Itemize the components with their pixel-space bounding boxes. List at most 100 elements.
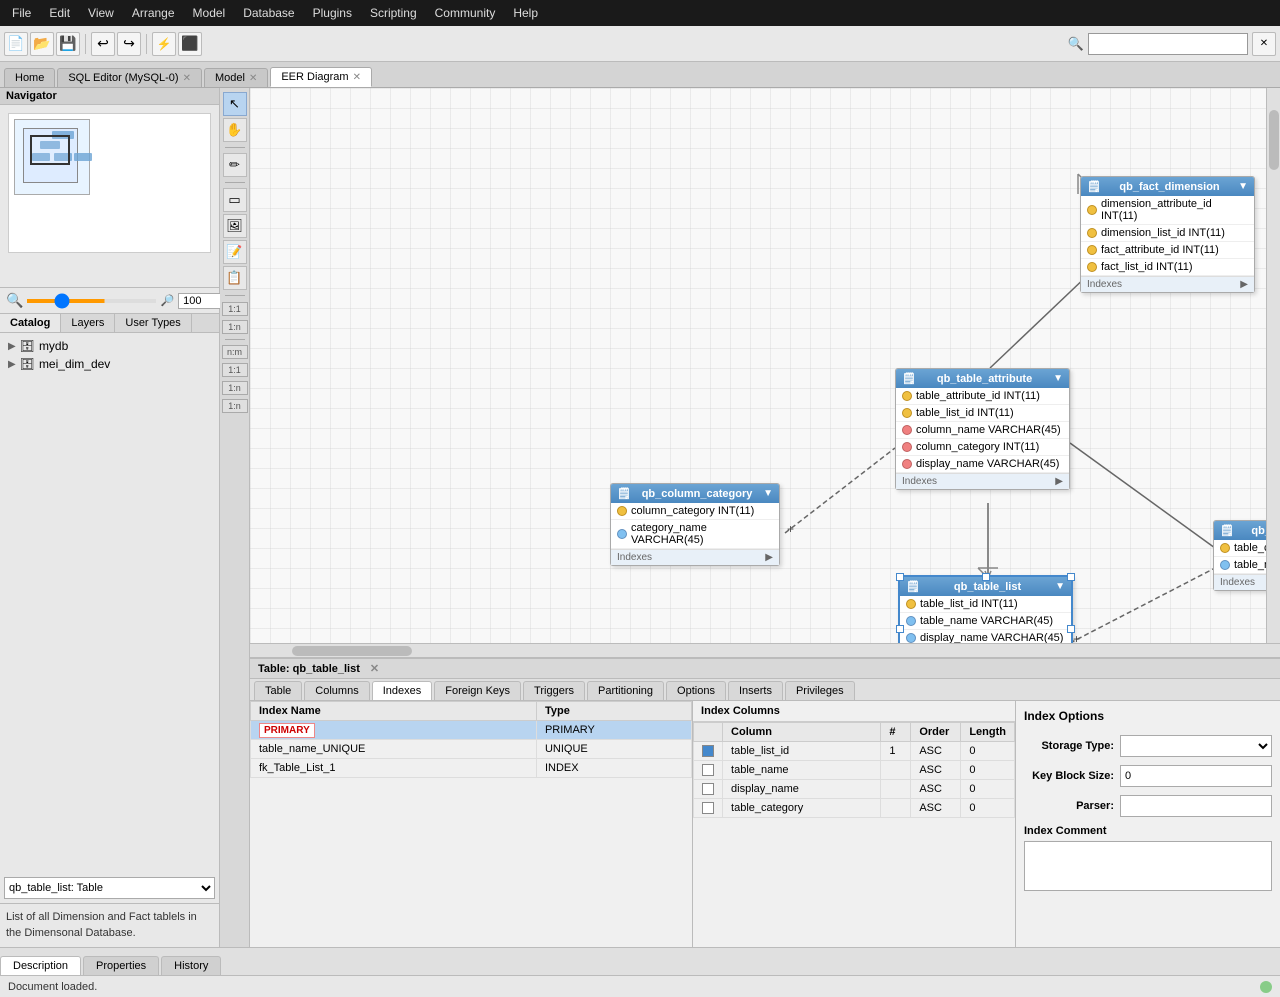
- hand-tool[interactable]: ✋: [223, 118, 247, 142]
- resize-handle-ml[interactable]: [896, 625, 904, 633]
- tab-model[interactable]: Model ✕: [204, 68, 268, 87]
- v-scrollbar[interactable]: [1266, 88, 1280, 643]
- table-qb-table-category[interactable]: 🗒 qb_table_category ▼ table_category INT…: [1213, 520, 1266, 591]
- dropdown-icon-3[interactable]: ▼: [763, 488, 773, 499]
- indexes-expand-icon[interactable]: ▶: [1240, 279, 1248, 290]
- table-qb-table-attribute[interactable]: 🗒 qb_table_attribute ▼ table_attribute_i…: [895, 368, 1070, 490]
- table-qb-table-attribute-header[interactable]: 🗒 qb_table_attribute ▼: [896, 369, 1069, 388]
- resize-handle-tl[interactable]: [896, 573, 904, 581]
- new-button[interactable]: 📄: [4, 32, 28, 56]
- table-qb-table-list[interactable]: 🗒 qb_table_list ▼ table_list_id INT(11) …: [898, 575, 1073, 643]
- storage-type-select[interactable]: [1120, 735, 1272, 757]
- menu-community[interactable]: Community: [427, 4, 504, 22]
- sidebar-tab-user-types[interactable]: User Types: [115, 314, 191, 332]
- dropdown-icon-4[interactable]: ▼: [1055, 581, 1065, 592]
- col-checkbox-2[interactable]: [702, 764, 714, 776]
- col-row-table-list-id[interactable]: table_list_id 1 ASC 0: [694, 742, 1015, 761]
- resize-handle-mr[interactable]: [1067, 625, 1075, 633]
- bottom-tab-triggers[interactable]: Triggers: [523, 681, 585, 700]
- table-select[interactable]: qb_table_list: Table: [4, 877, 215, 899]
- resize-handle-tr[interactable]: [1067, 573, 1075, 581]
- table-indexes-bar[interactable]: Indexes ▶: [1081, 276, 1254, 292]
- table-qb-column-category-header[interactable]: 🗒 qb_column_category ▼: [611, 484, 779, 503]
- status-tab-description[interactable]: Description: [0, 956, 81, 975]
- table-qb-fact-dimension-header[interactable]: 🗒 qb_fact_dimension ▼: [1081, 177, 1254, 196]
- sidebar-tab-catalog[interactable]: Catalog: [0, 314, 61, 332]
- dropdown-icon-2[interactable]: ▼: [1053, 373, 1063, 384]
- bottom-tab-options[interactable]: Options: [666, 681, 726, 700]
- col-checkbox-1[interactable]: [702, 745, 714, 757]
- table-qb-table-category-header[interactable]: 🗒 qb_table_category ▼: [1214, 521, 1266, 540]
- bottom-tab-table[interactable]: Table: [254, 681, 302, 700]
- select-tool[interactable]: ↖: [223, 92, 247, 116]
- table-indexes-bar-5[interactable]: Indexes ▶: [1214, 574, 1266, 590]
- bottom-tab-privileges[interactable]: Privileges: [785, 681, 855, 700]
- bottom-tab-indexes[interactable]: Indexes: [372, 681, 433, 700]
- sidebar-tab-layers[interactable]: Layers: [61, 314, 115, 332]
- navigator-canvas[interactable]: [8, 113, 211, 253]
- tab-sql-editor[interactable]: SQL Editor (MySQL-0) ✕: [57, 68, 202, 87]
- tab-home[interactable]: Home: [4, 68, 55, 87]
- tab-sql-editor-close[interactable]: ✕: [183, 73, 191, 84]
- image-tool[interactable]: 🖼: [223, 214, 247, 238]
- tree-item-mydb[interactable]: ▶ 🗄 mydb: [4, 337, 215, 355]
- note-tool[interactable]: 📝: [223, 240, 247, 264]
- execute-button[interactable]: ⚡: [152, 32, 176, 56]
- bottom-tab-columns[interactable]: Columns: [304, 681, 369, 700]
- indexes-expand-icon-2[interactable]: ▶: [1055, 476, 1063, 487]
- col-row-table-category[interactable]: table_category ASC 0: [694, 799, 1015, 818]
- bottom-title-close[interactable]: ✕: [370, 662, 379, 675]
- tree-item-mei-dim-dev[interactable]: ▶ 🗄 mei_dim_dev: [4, 355, 215, 373]
- zoom-slider[interactable]: [27, 299, 156, 303]
- menu-help[interactable]: Help: [505, 4, 546, 22]
- bottom-tab-inserts[interactable]: Inserts: [728, 681, 783, 700]
- h-scroll-thumb[interactable]: [292, 646, 412, 656]
- menu-view[interactable]: View: [80, 4, 122, 22]
- open-button[interactable]: 📂: [30, 32, 54, 56]
- menu-model[interactable]: Model: [185, 4, 234, 22]
- status-tab-history[interactable]: History: [161, 956, 221, 975]
- search-clear-button[interactable]: ✕: [1252, 32, 1276, 56]
- tab-model-close[interactable]: ✕: [249, 73, 257, 84]
- layer-tool[interactable]: 📋: [223, 266, 247, 290]
- tab-eer-diagram-close[interactable]: ✕: [353, 72, 361, 83]
- menu-plugins[interactable]: Plugins: [305, 4, 360, 22]
- index-row-fk[interactable]: fk_Table_List_1 INDEX: [251, 759, 692, 778]
- col-row-display-name[interactable]: display_name ASC 0: [694, 780, 1015, 799]
- bottom-tab-partitioning[interactable]: Partitioning: [587, 681, 664, 700]
- indexes-expand-icon-3[interactable]: ▶: [765, 552, 773, 563]
- bottom-tab-foreign-keys[interactable]: Foreign Keys: [434, 681, 521, 700]
- status-tab-properties[interactable]: Properties: [83, 956, 159, 975]
- table-qb-fact-dimension[interactable]: 🗒 qb_fact_dimension ▼ dimension_attribut…: [1080, 176, 1255, 293]
- h-scrollbar[interactable]: [250, 643, 1280, 657]
- resize-handle-tc[interactable]: [982, 573, 990, 581]
- eer-canvas[interactable]: + + 🗒 qb_fact_dimension ▼: [250, 88, 1266, 643]
- index-comment-textarea[interactable]: [1024, 841, 1272, 891]
- menu-file[interactable]: File: [4, 4, 39, 22]
- eraser-tool[interactable]: ✏: [223, 153, 247, 177]
- table-indexes-bar-2[interactable]: Indexes ▶: [896, 473, 1069, 489]
- menu-scripting[interactable]: Scripting: [362, 4, 425, 22]
- col-checkbox-3[interactable]: [702, 783, 714, 795]
- index-row-primary[interactable]: PRIMARY PRIMARY: [251, 721, 692, 740]
- col-row-table-name[interactable]: table_name ASC 0: [694, 761, 1015, 780]
- table-dropdown-icon[interactable]: ▼: [1238, 181, 1248, 192]
- undo-button[interactable]: ↩: [91, 32, 115, 56]
- redo-button[interactable]: ↪: [117, 32, 141, 56]
- zoom-out-icon[interactable]: 🔍: [6, 292, 23, 309]
- menu-edit[interactable]: Edit: [41, 4, 78, 22]
- table-indexes-bar-3[interactable]: Indexes ▶: [611, 549, 779, 565]
- search-input[interactable]: [1088, 33, 1248, 55]
- v-scroll-thumb[interactable]: [1269, 110, 1279, 170]
- save-button[interactable]: 💾: [56, 32, 80, 56]
- parser-input[interactable]: [1120, 795, 1272, 817]
- table-qb-column-category[interactable]: 🗒 qb_column_category ▼ column_category I…: [610, 483, 780, 566]
- tab-eer-diagram[interactable]: EER Diagram ✕: [270, 67, 372, 87]
- zoom-in-icon[interactable]: 🔎: [160, 294, 174, 307]
- stop-button[interactable]: ⬛: [178, 32, 202, 56]
- col-checkbox-4[interactable]: [702, 802, 714, 814]
- menu-database[interactable]: Database: [235, 4, 302, 22]
- index-row-unique[interactable]: table_name_UNIQUE UNIQUE: [251, 740, 692, 759]
- key-block-size-input[interactable]: 0: [1120, 765, 1272, 787]
- menu-arrange[interactable]: Arrange: [124, 4, 183, 22]
